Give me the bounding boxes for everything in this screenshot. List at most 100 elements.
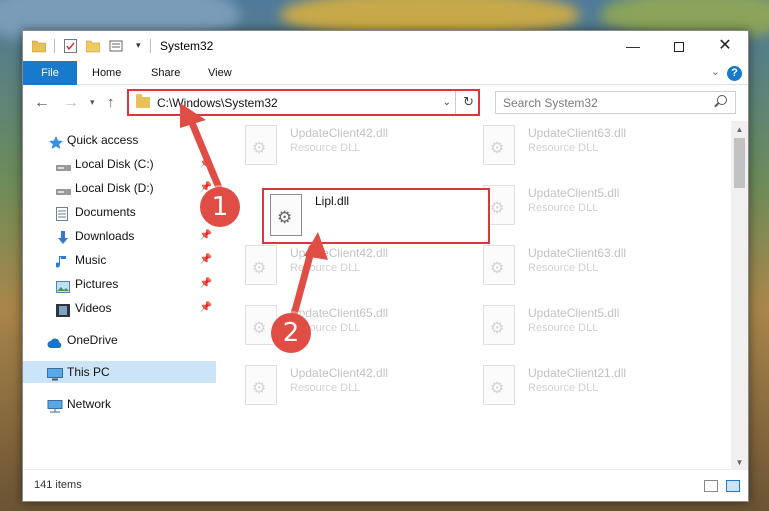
sidebar-item-label: Downloads	[75, 229, 135, 243]
back-arrow-icon[interactable]: ←	[34, 94, 50, 112]
folder-icon[interactable]	[31, 39, 47, 53]
navigation-pane: Quick access Local Disk (C:) 📌 Local Dis…	[23, 121, 216, 471]
list-item[interactable]: UpdateClient42.dll Resource DLL	[241, 361, 461, 411]
sidebar-item-quick-access[interactable]: Quick access	[23, 129, 216, 151]
file-name: UpdateClient42.dll	[290, 246, 389, 260]
help-icon[interactable]: ?	[727, 66, 742, 81]
sidebar-item-pictures[interactable]: Pictures 📌	[23, 273, 216, 295]
file-name: UpdateClient63.dll	[528, 126, 627, 140]
tab-share[interactable]: Share	[151, 61, 180, 85]
item-count: 141 items	[34, 479, 82, 491]
expand-ribbon-icon[interactable]: ⌄	[711, 65, 720, 78]
new-folder-icon[interactable]	[85, 39, 101, 53]
toolbar-separator	[150, 39, 151, 53]
file-name: UpdateClient5.dll	[528, 306, 620, 320]
pictures-icon	[56, 278, 70, 293]
pin-icon[interactable]: 📌	[200, 297, 212, 319]
ribbon: File Home Share View ⌄ ?	[23, 61, 748, 85]
sidebar-item-label: Network	[67, 397, 112, 411]
scrollbar-thumb[interactable]	[734, 138, 745, 188]
sidebar-item-onedrive[interactable]: OneDrive	[23, 329, 216, 351]
address-path[interactable]: C:\Windows\System32	[157, 96, 278, 110]
star-icon	[49, 134, 63, 149]
file-type: Resource DLL	[528, 322, 599, 334]
sidebar-item-label: This PC	[67, 365, 110, 379]
refresh-icon[interactable]: ↻	[463, 94, 474, 110]
list-item[interactable]: UpdateClient21.dll Resource DLL	[479, 361, 699, 411]
documents-icon	[56, 206, 70, 221]
quick-access-dropdown-icon[interactable]: ▾	[136, 40, 141, 51]
address-bar[interactable]: C:\Windows\System32 ⌄ ↻	[127, 89, 480, 116]
search-input[interactable]: Search System32	[495, 91, 736, 114]
search-icon[interactable]	[717, 95, 727, 105]
videos-icon	[56, 302, 70, 317]
list-item[interactable]: UpdateClient5.dll Resource DLL	[479, 181, 699, 231]
highlighted-dll-file[interactable]: Lipl.dll	[262, 188, 490, 244]
list-item[interactable]: UpdateClient63.dll Resource DLL	[479, 121, 699, 171]
file-type: Resource DLL	[290, 382, 361, 394]
vertical-scrollbar[interactable]: ▲ ▼	[731, 121, 748, 471]
file-explorer-window: ▾ System32 — ✕ File Home Share View ⌄ ? …	[22, 30, 749, 502]
sidebar-item-local-disk-c[interactable]: Local Disk (C:) 📌	[23, 153, 216, 175]
scroll-up-icon[interactable]: ▲	[731, 121, 748, 138]
sidebar-item-label: Music	[75, 253, 107, 267]
pin-icon[interactable]: 📌	[200, 225, 212, 247]
address-separator	[455, 91, 456, 114]
sidebar-item-this-pc[interactable]: This PC	[23, 361, 216, 383]
file-name: Lipl.dll	[315, 194, 350, 208]
computer-icon	[47, 366, 63, 381]
drive-icon	[56, 182, 71, 195]
tab-view[interactable]: View	[208, 61, 232, 85]
sidebar-item-label: Local Disk (D:)	[75, 181, 154, 195]
list-item[interactable]: UpdateClient42.dll Resource DLL	[241, 121, 461, 171]
drive-icon	[56, 158, 71, 171]
recent-locations-icon[interactable]: ▾	[90, 97, 95, 108]
toolbar-separator	[54, 39, 55, 53]
step-1-badge: 1	[200, 187, 240, 227]
file-type: Resource DLL	[528, 382, 599, 394]
pin-icon[interactable]: 📌	[200, 153, 212, 175]
close-button[interactable]: ✕	[702, 31, 748, 61]
sidebar-item-label: OneDrive	[67, 333, 118, 347]
step-2-badge: 2	[271, 313, 311, 353]
download-icon	[56, 230, 70, 244]
sidebar-item-videos[interactable]: Videos 📌	[23, 297, 216, 319]
sidebar-item-local-disk-d[interactable]: Local Disk (D:) 📌	[23, 177, 216, 199]
search-placeholder: Search System32	[503, 96, 598, 110]
maximize-button[interactable]	[656, 31, 702, 61]
file-name: UpdateClient42.dll	[290, 126, 389, 140]
sidebar-item-label: Videos	[75, 301, 112, 315]
network-icon	[47, 398, 63, 413]
dll-file-icon	[483, 125, 515, 165]
file-name: UpdateClient63.dll	[528, 246, 627, 260]
music-icon	[55, 254, 70, 268]
sidebar-item-network[interactable]: Network	[23, 393, 216, 415]
file-type: Resource DLL	[528, 262, 599, 274]
file-name: UpdateClient42.dll	[290, 366, 389, 380]
properties-check-icon[interactable]	[64, 39, 77, 53]
pin-icon[interactable]: 📌	[200, 249, 212, 271]
sidebar-item-label: Quick access	[67, 133, 139, 147]
file-type: Resource DLL	[290, 262, 361, 274]
forward-arrow-icon[interactable]: →	[63, 94, 79, 112]
maximize-icon	[674, 42, 684, 53]
customize-toolbar-icon[interactable]	[109, 39, 123, 53]
tab-file[interactable]: File	[23, 61, 77, 85]
list-item[interactable]: UpdateClient5.dll Resource DLL	[479, 301, 699, 351]
sidebar-item-downloads[interactable]: Downloads 📌	[23, 225, 216, 247]
address-dropdown-icon[interactable]: ⌄	[443, 97, 451, 108]
sidebar-item-music[interactable]: Music 📌	[23, 249, 216, 271]
list-item[interactable]: UpdateClient63.dll Resource DLL	[479, 241, 699, 291]
minimize-button[interactable]: —	[610, 31, 656, 61]
window-title: System32	[160, 39, 214, 53]
sidebar-item-documents[interactable]: Documents 📌	[23, 201, 216, 223]
file-name: UpdateClient5.dll	[528, 186, 620, 200]
list-item[interactable]: UpdateClient42.dll Resource DLL	[241, 241, 461, 291]
dll-file-icon	[483, 365, 515, 405]
details-view-icon[interactable]	[704, 480, 718, 492]
tab-home[interactable]: Home	[92, 61, 121, 85]
up-arrow-icon[interactable]: ↑	[107, 94, 115, 111]
pin-icon[interactable]: 📌	[200, 273, 212, 295]
title-bar: ▾ System32 — ✕	[23, 31, 748, 61]
large-icons-view-icon[interactable]	[726, 480, 740, 492]
